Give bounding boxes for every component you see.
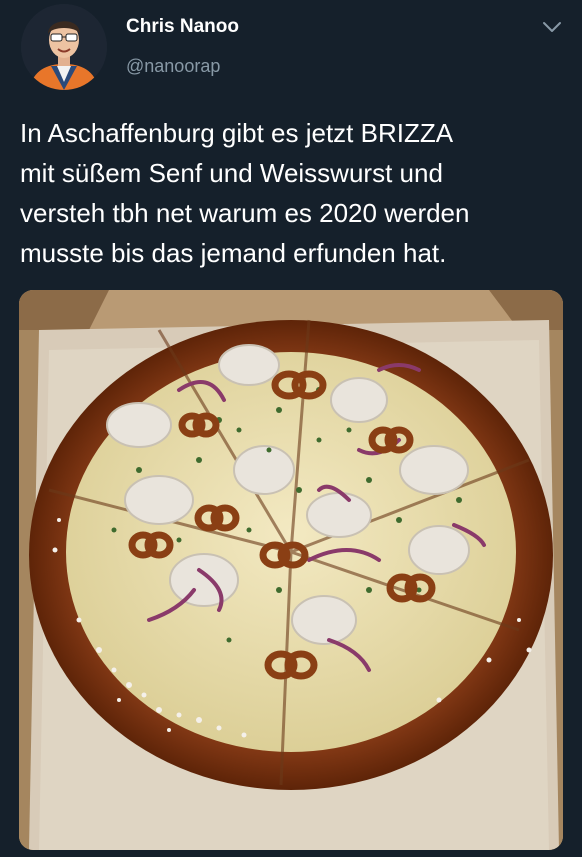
tweet-text-line: In Aschaffenburg gibt es jetzt BRIZZA: [20, 118, 454, 148]
tweet-text-line: musste bis das jemand erfunden hat.: [20, 238, 447, 268]
tweet-text-line: mit süßem Senf und Weisswurst und: [20, 158, 443, 188]
user-avatar-photo-icon: [21, 4, 107, 90]
author-name[interactable]: Chris Nanoo: [126, 16, 239, 38]
more-options-button[interactable]: [540, 18, 564, 36]
tweet-text: In Aschaffenburg gibt es jetzt BRIZZA mi…: [20, 113, 570, 273]
chevron-down-icon: [543, 22, 561, 32]
tweet: Chris Nanoo @nanoorap In Aschaffenburg g…: [0, 0, 582, 857]
tweet-text-line: versteh tbh net warum es 2020 werden: [20, 198, 470, 228]
author-handle[interactable]: @nanoorap: [126, 56, 220, 77]
avatar[interactable]: [21, 4, 107, 90]
pizza-photo-icon: [19, 290, 563, 850]
tweet-media-image[interactable]: [19, 290, 563, 850]
